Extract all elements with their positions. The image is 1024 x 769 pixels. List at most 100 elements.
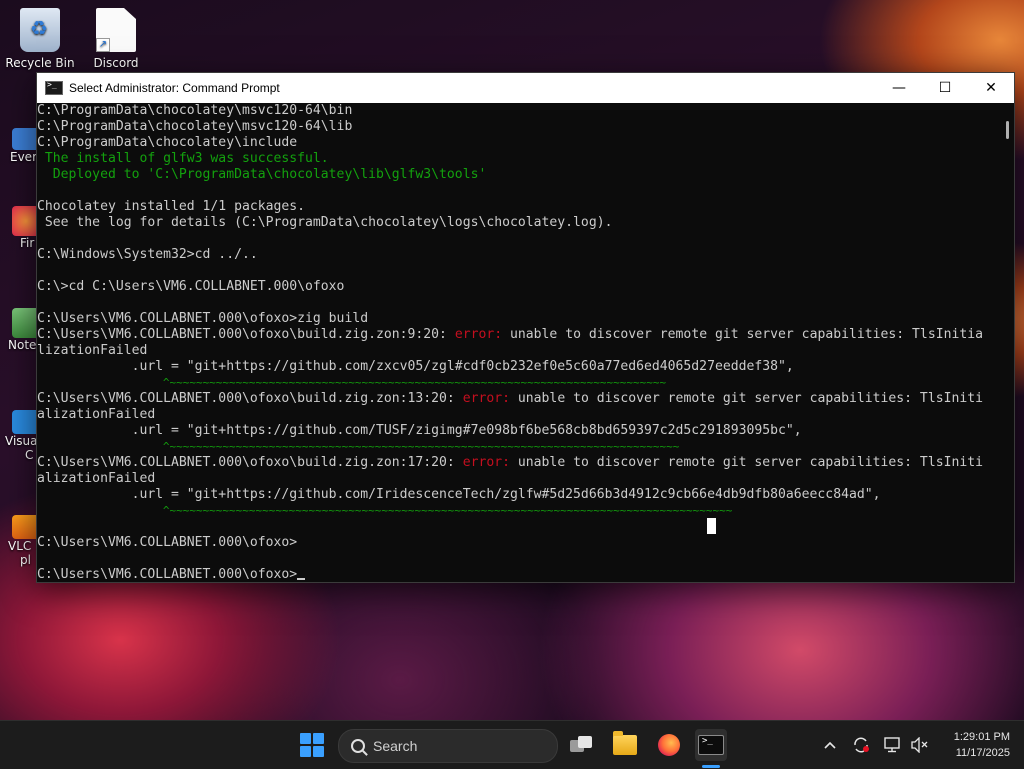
error-label: error: (454, 327, 503, 342)
minimize-button[interactable]: — (876, 73, 922, 103)
window-titlebar[interactable]: Select Administrator: Command Prompt — ☐… (37, 73, 1014, 103)
console-line: C:\Users\VM6.COLLABNET.000\ofoxo>zig bui… (37, 311, 1000, 327)
console-line: alizationFailed (37, 407, 1000, 423)
error-label: error: (462, 391, 511, 406)
console-line: C:\Users\VM6.COLLABNET.000\ofoxo\build.z… (37, 327, 1000, 343)
task-view-button[interactable] (565, 729, 597, 761)
console-output[interactable]: C:\ProgramData\chocolatey\msvc120-64\bin… (37, 103, 1000, 582)
console-text: C:\ProgramData\chocolatey\msvc120-64\bin (37, 103, 353, 118)
desktop-icon-partial[interactable]: Visual C (0, 410, 40, 462)
display-icon[interactable] (883, 735, 903, 755)
maximize-button[interactable]: ☐ (922, 73, 968, 103)
close-button[interactable]: ✕ (968, 73, 1014, 103)
console-line: alizationFailed (37, 471, 1000, 487)
console-line: ^~~~~~~~~~~~~~~~~~~~~~~~~~~~~~~~~~~~~~~~… (37, 439, 1000, 455)
console-line: C:\Users\VM6.COLLABNET.000\ofoxo\build.z… (37, 455, 1000, 471)
terminal-button[interactable] (695, 729, 727, 761)
console-text: .url = "git+https://github.com/zxcv05/zg… (37, 359, 794, 374)
console-text: C:\Users\VM6.COLLABNET.000\ofoxo\build.z… (37, 391, 463, 406)
task-view-icon (570, 736, 592, 754)
search-box[interactable]: Search (338, 729, 558, 763)
taskbar: Search 1:29:01 PM 11/17/2025 (0, 720, 1024, 769)
start-button[interactable] (300, 733, 324, 757)
scrollbar-thumb[interactable] (1006, 121, 1009, 139)
desktop-icon-label: Visual (5, 434, 40, 448)
search-icon (351, 739, 365, 753)
console-caret (297, 578, 306, 580)
console-text: C:\Windows\System32>cd ../.. (37, 247, 258, 262)
console-line: C:\Users\VM6.COLLABNET.000\ofoxo> (37, 535, 1000, 551)
console-text: C:\Users\VM6.COLLABNET.000\ofoxo> (37, 535, 298, 550)
console-text: C:\Users\VM6.COLLABNET.000\ofoxo>zig bui… (37, 311, 369, 326)
desktop-icon-partial[interactable]: VLC pl (0, 515, 40, 567)
mouse-text-cursor (707, 518, 716, 534)
console-text: alizationFailed (37, 471, 156, 486)
shortcut-arrow-icon: ↗ (96, 38, 110, 52)
console-line: .url = "git+https://github.com/zxcv05/zg… (37, 359, 1000, 375)
command-prompt-icon (45, 80, 63, 95)
console-line: C:\Users\VM6.COLLABNET.000\ofoxo> (37, 567, 1000, 582)
console-line: C:\Windows\System32>cd ../.. (37, 247, 1000, 263)
console-text: .url = "git+https://github.com/Iridescen… (37, 487, 881, 502)
console-line: .url = "git+https://github.com/Iridescen… (37, 487, 1000, 503)
volume-muted-icon[interactable] (910, 735, 930, 755)
desktop-icon-partial[interactable]: Note (0, 308, 40, 352)
console-line: C:\ProgramData\chocolatey\msvc120-64\bin (37, 103, 1000, 119)
console-line: .url = "git+https://github.com/TUSF/zigi… (37, 423, 1000, 439)
scrollbar[interactable] (1000, 103, 1014, 582)
console-text: C:\ProgramData\chocolatey\msvc120-64\lib (37, 119, 353, 134)
console-text: C:\ProgramData\chocolatey\include (37, 135, 298, 150)
console-text: unable to discover remote git server cap… (502, 327, 983, 342)
file-explorer-icon (613, 731, 637, 755)
desktop-icon-label: Discord (93, 56, 139, 70)
chevron-up-icon[interactable] (820, 735, 840, 755)
console-line: See the log for details (C:\ProgramData\… (37, 215, 1000, 231)
system-clock[interactable]: 1:29:01 PM 11/17/2025 (938, 729, 1010, 761)
desktop-icon-discord[interactable]: ↗ Discord (78, 8, 154, 70)
console-line: C:\>cd C:\Users\VM6.COLLABNET.000\ofoxo (37, 279, 1000, 295)
desktop-icon-partial[interactable]: Fir (0, 206, 40, 250)
console-text: The install of glfw3 was successful. (37, 151, 329, 166)
console-line: C:\ProgramData\chocolatey\include (37, 135, 1000, 151)
console-text: C:\Users\VM6.COLLABNET.000\ofoxo\build.z… (37, 455, 463, 470)
console-text: ^~~~~~~~~~~~~~~~~~~~~~~~~~~~~~~~~~~~~~~~… (37, 376, 667, 389)
console-text: ^~~~~~~~~~~~~~~~~~~~~~~~~~~~~~~~~~~~~~~~… (37, 440, 680, 453)
console-line: ^~~~~~~~~~~~~~~~~~~~~~~~~~~~~~~~~~~~~~~~… (37, 503, 1000, 519)
console-line: C:\Users\VM6.COLLABNET.000\ofoxo\build.z… (37, 391, 1000, 407)
firefox-button[interactable] (653, 729, 685, 761)
console-text: Chocolatey installed 1/1 packages. (37, 199, 306, 214)
desktop-icon-label: Note (8, 338, 37, 352)
desktop-icon-partial[interactable]: Every (0, 128, 40, 164)
firefox-icon (658, 734, 680, 756)
recycle-bin-icon (20, 8, 60, 52)
console-line: The install of glfw3 was successful. (37, 151, 1000, 167)
desktop-icon-label: Recycle Bin (5, 56, 75, 70)
console-text: unable to discover remote git server cap… (510, 455, 984, 470)
clock-date: 11/17/2025 (955, 747, 1010, 759)
terminal-icon (698, 735, 724, 755)
console-text: C:\>cd C:\Users\VM6.COLLABNET.000\ofoxo (37, 279, 345, 294)
windows-logo-icon (300, 733, 311, 744)
clock-time: 1:29:01 PM (953, 731, 1010, 743)
desktop-icon-recycle-bin[interactable]: Recycle Bin (2, 8, 78, 70)
console-text: Deployed to 'C:\ProgramData\chocolatey\l… (37, 167, 487, 182)
console-text: unable to discover remote git server cap… (510, 391, 984, 406)
error-label: error: (462, 455, 511, 470)
document-icon: ↗ (96, 8, 136, 52)
console-text: See the log for details (C:\ProgramData\… (37, 215, 613, 230)
console-text: C:\Users\VM6.COLLABNET.000\ofoxo\build.z… (37, 327, 455, 342)
console-line: Deployed to 'C:\ProgramData\chocolatey\l… (37, 167, 1000, 183)
console-line: C:\ProgramData\chocolatey\msvc120-64\lib (37, 119, 1000, 135)
window-title: Select Administrator: Command Prompt (69, 81, 280, 95)
command-prompt-window[interactable]: Select Administrator: Command Prompt — ☐… (36, 72, 1015, 583)
file-explorer-button[interactable] (609, 729, 641, 761)
sync-icon[interactable] (851, 735, 871, 755)
console-text: ^~~~~~~~~~~~~~~~~~~~~~~~~~~~~~~~~~~~~~~~… (37, 504, 733, 517)
console-line: ^~~~~~~~~~~~~~~~~~~~~~~~~~~~~~~~~~~~~~~~… (37, 375, 1000, 391)
search-label: Search (373, 738, 418, 754)
console-text: .url = "git+https://github.com/TUSF/zigi… (37, 423, 802, 438)
